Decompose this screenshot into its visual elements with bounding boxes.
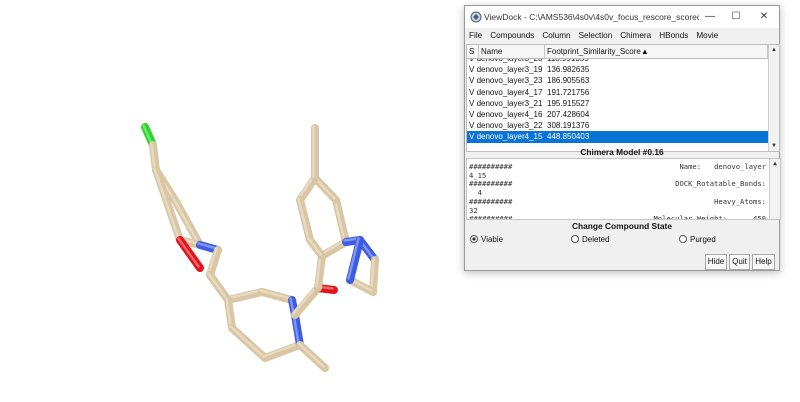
score-cell: 448.850403 bbox=[547, 132, 590, 142]
radio-deleted[interactable]: Deleted bbox=[571, 234, 610, 244]
quit-button[interactable]: Quit bbox=[729, 254, 750, 270]
table-row[interactable]: V denovo_layer4_15 448.850403 bbox=[467, 131, 768, 143]
table-row[interactable]: V denovo_layer3_19 136.982635 bbox=[467, 64, 768, 75]
menu-chimera[interactable]: Chimera bbox=[616, 28, 655, 43]
column-header-name[interactable]: Name bbox=[479, 45, 545, 58]
bond-highlight bbox=[207, 272, 228, 300]
info-line-right: Name: denovo_layer bbox=[679, 162, 766, 171]
info-line-left: 4 bbox=[469, 188, 482, 198]
row-label: V denovo_layer4_16 bbox=[469, 109, 542, 120]
row-label: V denovo_layer3_23 bbox=[469, 75, 542, 86]
nitrogen-bond bbox=[346, 236, 364, 284]
scroll-up-icon[interactable]: ▲ bbox=[769, 45, 779, 55]
table-row[interactable]: V denovo_layer3_22 308.191376 bbox=[467, 120, 768, 131]
row-label: V denovo_layer4_15 bbox=[469, 131, 542, 142]
menu-compounds[interactable]: Compounds bbox=[486, 28, 538, 43]
state-cell: V bbox=[469, 110, 475, 119]
state-cell: V bbox=[469, 59, 474, 63]
compound-name-cell: denovo_layer4_15 bbox=[476, 132, 543, 142]
column-header-score[interactable]: Footprint_Similarity_Score▲ bbox=[545, 45, 768, 58]
hide-button[interactable]: Hide bbox=[705, 254, 727, 270]
carbon-bond bbox=[291, 284, 322, 319]
title-bar: ViewDock - C:\AMS536\4s0v\4s0v_focus_res… bbox=[465, 6, 779, 28]
score-cell: 191.721756 bbox=[547, 87, 590, 97]
table-body: V denovo_layer3_20118.991355V denovo_lay… bbox=[467, 59, 768, 151]
window-title: ViewDock - C:\AMS536\4s0v\4s0v_focus_res… bbox=[484, 12, 699, 22]
compound-name-cell: denovo_layer3_21 bbox=[476, 98, 543, 108]
help-button[interactable]: Help bbox=[752, 254, 775, 270]
model-section-title: Chimera Model #0.16 bbox=[580, 147, 664, 157]
menu-file[interactable]: File bbox=[465, 28, 486, 43]
radio-dot-icon bbox=[571, 234, 579, 243]
info-line-left: 4_15 bbox=[469, 170, 487, 180]
model-info-text[interactable]: ########## Name: denovo_layer 4_15 ########… bbox=[466, 158, 781, 220]
row-label: V denovo_layer4_17 bbox=[469, 87, 542, 98]
info-line-left: ########## bbox=[469, 162, 513, 171]
bond-highlight bbox=[292, 285, 318, 315]
state-cell: V bbox=[469, 121, 475, 131]
maximize-button[interactable]: ☐ bbox=[723, 8, 749, 26]
radio-dot-icon bbox=[679, 234, 687, 243]
state-cell: V bbox=[469, 98, 475, 108]
info-line-left: 32 bbox=[469, 205, 478, 215]
score-cell: 195.915527 bbox=[547, 98, 590, 108]
menu-column[interactable]: Column bbox=[538, 28, 574, 43]
menu-movie[interactable]: Movie bbox=[692, 28, 722, 43]
compound-name-cell: denovo_layer3_23 bbox=[476, 76, 543, 86]
score-cell: 308.191376 bbox=[547, 121, 590, 131]
state-cell: V bbox=[469, 132, 475, 142]
carbon-bond bbox=[318, 238, 350, 260]
info-line-left: ########## bbox=[469, 214, 513, 220]
info-line-right: Heavy_Atoms: bbox=[714, 196, 766, 206]
state-cell: V bbox=[469, 65, 475, 75]
score-cell: 186.905563 bbox=[547, 76, 590, 86]
score-cell: 207.428604 bbox=[547, 110, 590, 119]
viewdock-app-icon bbox=[470, 11, 482, 23]
compound-name-cell: denovo_layer3_20 bbox=[477, 59, 543, 63]
state-radio-group: Viable Deleted Purged bbox=[465, 234, 779, 247]
state-section-title: Change Compound State bbox=[571, 221, 673, 231]
compound-name-cell: denovo_layer4_17 bbox=[476, 87, 543, 97]
info-line-left: ########## bbox=[469, 196, 513, 206]
state-cell: V bbox=[469, 76, 475, 86]
row-label: V denovo_layer3_21 bbox=[469, 98, 542, 109]
row-label: V denovo_layer3_22 bbox=[469, 120, 542, 131]
bond-highlight bbox=[297, 342, 325, 368]
compound-table: S Name Footprint_Similarity_Score▲ V den… bbox=[466, 44, 780, 152]
minimize-button[interactable]: — bbox=[697, 8, 723, 26]
compound-name-cell: denovo_layer4_16 bbox=[476, 110, 543, 119]
compound-name-cell: denovo_layer3_22 bbox=[476, 121, 543, 131]
carbon-bond bbox=[261, 341, 304, 362]
table-scrollbar[interactable]: ▲ ▼ bbox=[768, 45, 779, 151]
table-row[interactable]: V denovo_layer3_23 186.905563 bbox=[467, 75, 768, 86]
radio-viable[interactable]: Viable bbox=[470, 234, 503, 244]
info-line-right: Molecular_Weight: 450 bbox=[653, 214, 766, 220]
menu-selection[interactable]: Selection bbox=[575, 28, 617, 43]
menu-bar: File Compounds Column Selection Chimera HBond… bbox=[465, 28, 779, 43]
radio-dot-icon bbox=[470, 234, 478, 243]
table-header: S Name Footprint_Similarity_Score▲ bbox=[467, 45, 768, 59]
compound-name-cell: denovo_layer3_19 bbox=[476, 65, 543, 75]
state-cell: V bbox=[469, 87, 475, 97]
column-header-state[interactable]: S bbox=[467, 45, 479, 58]
info-scrollbar[interactable]: ▲ bbox=[769, 159, 780, 219]
table-row[interactable]: V denovo_layer3_21 195.915527 bbox=[467, 98, 768, 109]
menu-hbonds[interactable]: HBonds bbox=[655, 28, 692, 43]
radio-purged[interactable]: Purged bbox=[679, 234, 716, 244]
molecule-structure bbox=[141, 123, 379, 372]
row-label: V denovo_layer3_19 bbox=[469, 64, 542, 75]
molecule-viewer[interactable] bbox=[0, 0, 460, 402]
close-button[interactable]: ✕ bbox=[751, 8, 777, 26]
info-scroll-up-icon[interactable]: ▲ bbox=[770, 159, 780, 169]
table-row[interactable]: V denovo_layer4_16 207.428604 bbox=[467, 109, 768, 120]
viewdock-window: ViewDock - C:\AMS536\4s0v\4s0v_focus_res… bbox=[464, 5, 781, 271]
info-line-right: DOCK_Rotatable_Bonds: bbox=[675, 179, 766, 189]
info-line-left: ########## bbox=[469, 179, 513, 189]
bond-highlight bbox=[229, 325, 265, 358]
table-row[interactable]: V denovo_layer4_17 191.721756 bbox=[467, 87, 768, 98]
score-cell: 136.982635 bbox=[547, 65, 590, 75]
